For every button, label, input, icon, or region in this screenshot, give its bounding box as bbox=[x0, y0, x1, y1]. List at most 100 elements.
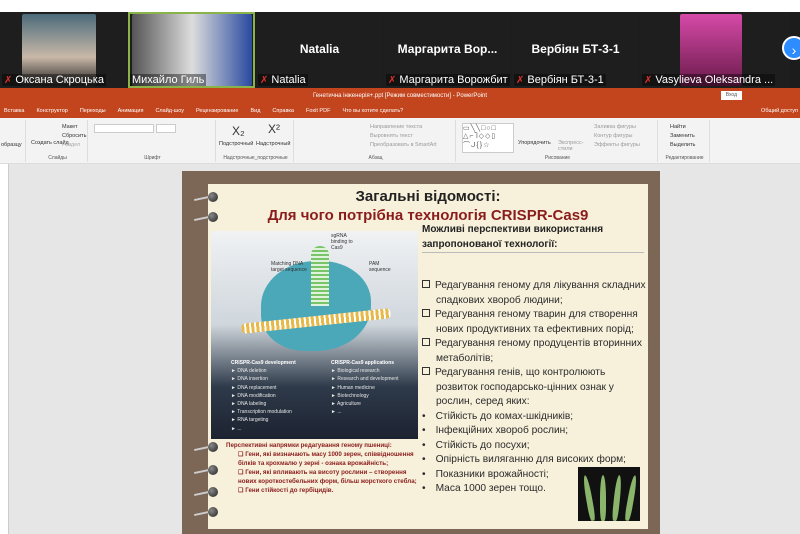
tab-review[interactable]: Рецензирование bbox=[196, 104, 238, 118]
participant-name: Маргарита Ворожбит bbox=[399, 74, 508, 86]
align-text-button[interactable]: Выровнять текст bbox=[370, 133, 413, 139]
tab-transitions[interactable]: Переходы bbox=[80, 104, 106, 118]
spiral-ring bbox=[194, 465, 224, 475]
tab-design[interactable]: Конструктор bbox=[36, 104, 67, 118]
muted-mic-icon: ✗ bbox=[388, 75, 397, 86]
group-label: Абзац bbox=[368, 155, 383, 161]
arrange-button[interactable]: Упорядочить bbox=[518, 140, 551, 146]
participant-tile-active[interactable]: Михайло Гиль bbox=[128, 12, 255, 88]
tab-view[interactable]: Вид bbox=[250, 104, 260, 118]
muted-mic-icon: ✗ bbox=[260, 75, 269, 86]
tell-me-search[interactable]: Что вы хотите сделать? bbox=[342, 104, 403, 118]
format-painter-button[interactable]: образцу bbox=[1, 142, 22, 148]
perspective-item: Редагування генів, що контролюють розвит… bbox=[422, 366, 648, 410]
wheat-item: ❑ Гени, які визначають масу 1000 зерен, … bbox=[238, 451, 414, 467]
checkbox-bullet-icon bbox=[422, 367, 430, 375]
slide-editor-area: Загальні відомості: Для чого потрібна те… bbox=[0, 164, 800, 534]
diagram-label: PAM sequence bbox=[369, 261, 391, 273]
bullet-icon: • bbox=[422, 454, 426, 465]
bullet-icon: • bbox=[422, 439, 426, 451]
shape-fill-button[interactable]: Заливка фигуры bbox=[594, 124, 636, 130]
diagram-label: Matching DNA target sequence bbox=[271, 261, 307, 273]
subscript-button[interactable]: Подстрочный bbox=[219, 141, 253, 147]
select-button[interactable]: Выделить bbox=[670, 142, 695, 148]
participant-name: Vasylieva Oleksandra ... bbox=[655, 74, 774, 86]
shapes-gallery[interactable]: ▭╲╲□○□ △⌐Ⴈ◇◇▯ ⌒ᒍ{}☆ bbox=[462, 123, 514, 153]
perspective-item: • Опірність виляганню для високих форм; bbox=[422, 453, 648, 468]
find-button[interactable]: Найти bbox=[670, 124, 686, 130]
perspectives-heading: Можливі перспективи використання запропо… bbox=[422, 222, 644, 253]
wheat-heading: Перспективні напрямки редагування геному… bbox=[226, 442, 392, 449]
diagram-list-item: ► Research and development bbox=[331, 376, 399, 383]
item-text: Стійкість до комах-шкідників; bbox=[435, 410, 574, 422]
item-text: Редагування геному тварин для створення … bbox=[435, 309, 638, 335]
participant-tile[interactable]: ✗ Оксана Скроцька bbox=[0, 12, 127, 88]
font-size-input[interactable] bbox=[156, 124, 176, 133]
muted-mic-icon: ✗ bbox=[644, 75, 653, 86]
applications-list: CRISPR-Cas9 applications ► Biological res… bbox=[331, 360, 399, 416]
subscript-icon[interactable]: X₂ bbox=[232, 124, 245, 138]
perspective-item: Редагування геному тварин для створення … bbox=[422, 308, 648, 337]
bullet-icon: • bbox=[422, 468, 426, 480]
item-text: Редагування геному для лікування складни… bbox=[435, 280, 646, 306]
superscript-button[interactable]: Надстрочный bbox=[256, 141, 290, 147]
superscript-icon[interactable]: X² bbox=[268, 122, 280, 136]
group-label: Надстрочные_подстрочные bbox=[223, 155, 288, 161]
diagram-list-item: ► DNA deletion bbox=[231, 368, 267, 375]
participant-name: Natalia bbox=[271, 74, 306, 86]
muted-mic-icon: ✗ bbox=[516, 75, 525, 86]
section-button[interactable]: Раздел bbox=[62, 142, 80, 148]
participant-tile[interactable]: ✗ Vasylieva Oleksandra ... bbox=[640, 12, 790, 88]
shape-outline-button[interactable]: Контур фигуры bbox=[594, 133, 632, 139]
participant-name: Вербіян БТ-3-1 bbox=[527, 74, 604, 86]
diagram-list-item: ► DNA replacement bbox=[231, 384, 277, 391]
item-text: Показники врожайності; bbox=[435, 468, 549, 480]
signin-button[interactable]: Вход bbox=[720, 91, 742, 100]
item-text: Маса 1000 зерен тощо. bbox=[435, 483, 546, 494]
checkbox-bullet-icon bbox=[422, 280, 430, 288]
next-page-arrow-icon[interactable]: › bbox=[782, 36, 800, 60]
font-name-input[interactable] bbox=[94, 124, 154, 133]
participant-name: Михайло Гиль bbox=[132, 74, 205, 86]
wheat-photo bbox=[578, 467, 640, 522]
tab-foxit-pdf[interactable]: Foxit PDF bbox=[306, 104, 330, 118]
diagram-list-item: ► Biological research bbox=[331, 368, 380, 375]
participant-display-name: Вербіян БТ-3-1 bbox=[531, 42, 620, 56]
bullet-icon: • bbox=[422, 483, 426, 494]
diagram-label: sgRNA binding to Cas9 bbox=[331, 233, 353, 251]
development-list: CRISPR-Cas9 development ► DNA deletion ► D… bbox=[231, 360, 296, 432]
participant-tile[interactable]: Natalia ✗ Natalia bbox=[256, 12, 383, 88]
share-button[interactable]: Общий доступ bbox=[761, 104, 798, 118]
tab-help[interactable]: Справка bbox=[272, 104, 294, 118]
participant-name: Оксана Скроцька bbox=[15, 74, 104, 86]
diagram-list-item: ► ... bbox=[231, 425, 242, 432]
checkbox-bullet-icon bbox=[422, 309, 430, 317]
wheat-directions: Перспективні напрямки редагування геному… bbox=[226, 441, 422, 495]
tab-animation[interactable]: Анимация bbox=[118, 104, 144, 118]
slide-thumbnails-pane[interactable] bbox=[0, 164, 9, 534]
ribbon-tabs: Вставка Конструктор Переходы Анимация Сл… bbox=[0, 104, 800, 118]
tab-slideshow[interactable]: Слайд-шоу bbox=[155, 104, 184, 118]
text-direction-button[interactable]: Направление текста bbox=[370, 124, 422, 130]
slide-canvas[interactable]: Загальні відомості: Для чого потрібна те… bbox=[182, 171, 660, 534]
perspective-item: • Інфекційних хвороб рослин; bbox=[422, 424, 648, 439]
crispr-diagram-image: sgRNA binding to Cas9 PAM sequence Match… bbox=[211, 231, 418, 439]
participant-tile[interactable]: Вербіян БТ-3-1 ✗ Вербіян БТ-3-1 bbox=[512, 12, 639, 88]
bullet-icon: • bbox=[422, 410, 426, 422]
shape-effects-button[interactable]: Эффекты фигуры bbox=[594, 142, 640, 148]
participant-tile[interactable]: Маргарита Вор... ✗ Маргарита Ворожбит bbox=[384, 12, 511, 88]
item-text: Опірність виляганню для високих форм; bbox=[435, 454, 627, 465]
notebook-page: Загальні відомості: Для чого потрібна те… bbox=[194, 184, 648, 529]
perspective-item: • Стійкість до посухи; bbox=[422, 439, 648, 454]
tab-insert[interactable]: Вставка bbox=[4, 104, 24, 118]
window-title: Генетична інженерія+.ppt [Режим совмести… bbox=[312, 93, 488, 99]
reset-button[interactable]: Сбросить bbox=[62, 133, 86, 139]
item-text: Стійкість до посухи; bbox=[435, 439, 530, 451]
layout-button[interactable]: Макет bbox=[62, 124, 78, 130]
quick-styles-button[interactable]: Экспресс-стили bbox=[558, 140, 584, 152]
replace-button[interactable]: Заменить bbox=[670, 133, 695, 139]
diagram-list-item: ► DNA labeling bbox=[231, 401, 267, 408]
smartart-button[interactable]: Преобразовать в SmartArt bbox=[370, 142, 437, 148]
diagram-list-item: ► Transcription modulation bbox=[231, 409, 292, 416]
diagram-list-item: ► Human medicine bbox=[331, 384, 375, 391]
